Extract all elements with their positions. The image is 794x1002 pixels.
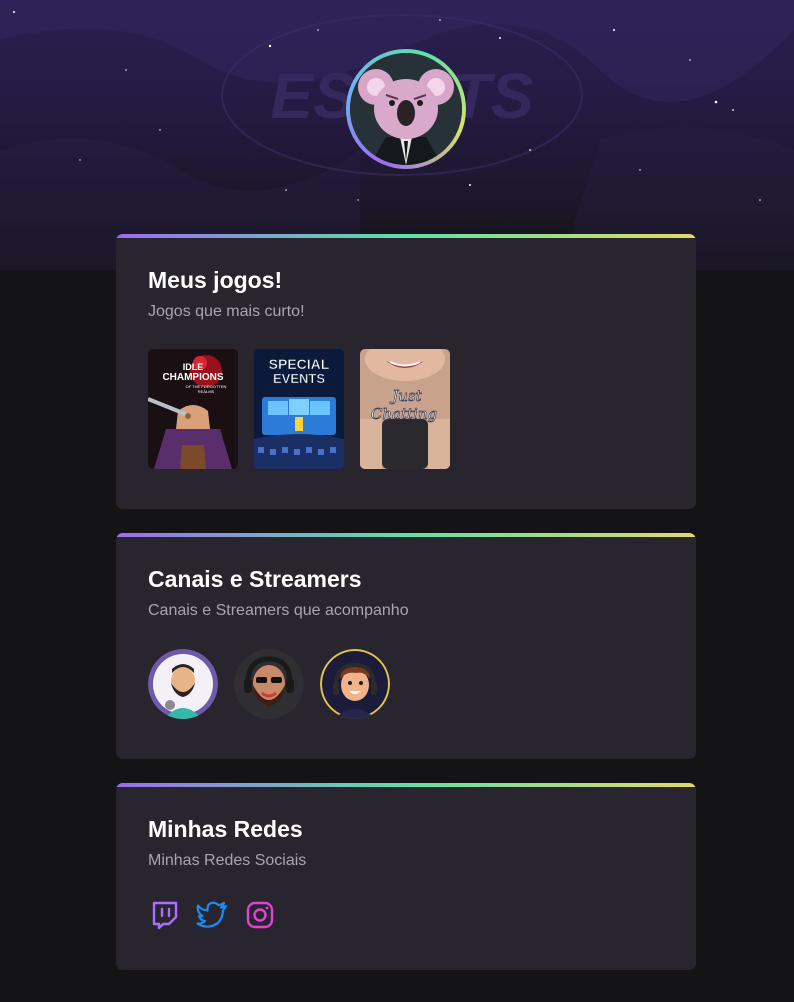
game-just-chatting[interactable]: Just Chatting xyxy=(360,349,450,469)
idle-champions-line-2: CHAMPIONS xyxy=(162,372,223,383)
profile-avatar xyxy=(346,49,466,169)
idle-champions-cover: IDLE CHAMPIONS OF THE FORGOTTEN REALMS xyxy=(148,349,238,469)
special-events-cover: SPECIAL EVENTS xyxy=(254,349,344,469)
streamers-subtitle: Canais e Streamers que acompanho xyxy=(148,602,409,619)
games-card: Meus jogos! Jogos que mais curto! IDLE C… xyxy=(116,234,696,509)
streamers-title: Canais e Streamers xyxy=(148,566,362,592)
just-chatting-line-2: Chatting xyxy=(371,405,437,423)
games-title: Meus jogos! xyxy=(148,267,283,293)
koala-avatar-icon xyxy=(350,53,462,165)
streamer-avatar-gold-icon[interactable] xyxy=(320,649,390,719)
game-special-events[interactable]: SPECIAL EVENTS xyxy=(254,349,344,469)
games-subtitle: Jogos que mais curto! xyxy=(148,303,305,320)
socials-card: Minhas Redes Minhas Redes Sociais xyxy=(116,783,696,970)
games-list: IDLE CHAMPIONS OF THE FORGOTTEN REALMS S… xyxy=(148,349,450,469)
just-chatting-line-1: Just xyxy=(389,387,422,405)
twitch-icon[interactable] xyxy=(148,899,180,931)
socials-title: Minhas Redes xyxy=(148,816,303,842)
socials-subtitle: Minhas Redes Sociais xyxy=(148,852,307,869)
special-events-line-1: SPECIAL xyxy=(269,356,330,372)
page: ESCOTS xyxy=(0,0,794,1002)
game-idle-champions[interactable]: IDLE CHAMPIONS OF THE FORGOTTEN REALMS xyxy=(148,349,238,469)
twitter-icon[interactable] xyxy=(196,899,228,931)
streamers-list xyxy=(148,649,390,719)
streamers-card: Canais e Streamers Canais e Streamers qu… xyxy=(116,533,696,759)
streamer-avatar-purple-icon[interactable] xyxy=(148,649,218,719)
streamer-avatar-dark-icon[interactable] xyxy=(234,649,304,719)
socials-list xyxy=(148,899,276,931)
idle-champions-line-4: REALMS xyxy=(198,389,215,394)
idle-champions-line-1: IDLE xyxy=(183,362,204,372)
special-events-line-2: EVENTS xyxy=(273,371,325,386)
just-chatting-cover: Just Chatting xyxy=(360,349,450,469)
instagram-icon[interactable] xyxy=(244,899,276,931)
